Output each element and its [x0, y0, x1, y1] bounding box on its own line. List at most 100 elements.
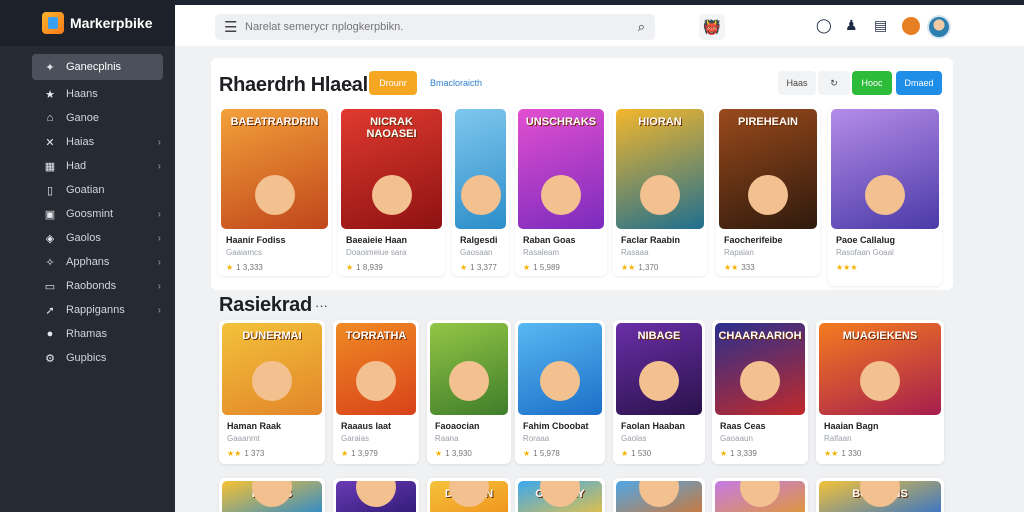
game-name[interactable]: Haanir Fodiss: [226, 235, 286, 245]
game-card[interactable]: HIORAN Faclar Raabin Rasaaa ★★ 1,370: [613, 106, 707, 276]
game-card[interactable]: [333, 478, 419, 512]
sidebar-item-6[interactable]: ▣ Goosmint ›: [32, 202, 163, 226]
sidebar-item-7[interactable]: ◈ Gaolos ›: [32, 226, 163, 250]
sidebar-item-label: Had: [66, 160, 87, 172]
game-name[interactable]: Faocherifeibe: [724, 235, 783, 245]
game-card[interactable]: DUNERMAI Haman Raak Gaaanmt ★★ 1 373: [219, 320, 325, 464]
game-rating: ★ 1 530: [621, 449, 651, 458]
game-thumbnail[interactable]: DUNERMAI: [222, 323, 322, 415]
blue-action-button[interactable]: Dmaed: [896, 71, 942, 95]
game-card[interactable]: [613, 478, 705, 512]
more-options-icon-2[interactable]: ···: [315, 298, 328, 313]
game-card[interactable]: ROGAS: [219, 478, 325, 512]
game-thumbnail[interactable]: NICRAK NAOASEI: [341, 109, 442, 229]
game-thumbnail[interactable]: BORDANS: [819, 481, 941, 512]
game-thumbnail[interactable]: ROGAS: [222, 481, 322, 512]
game-name[interactable]: Faoaocian: [435, 421, 480, 431]
game-name[interactable]: Faclar Raabin: [621, 235, 680, 245]
character-face-icon: [860, 481, 900, 507]
filter-button-active[interactable]: Drounr: [369, 71, 417, 95]
game-thumbnail[interactable]: MUAGIEKENS: [819, 323, 941, 415]
game-card[interactable]: DOODEN: [427, 478, 511, 512]
game-name[interactable]: Ralgesdi: [460, 235, 498, 245]
game-card[interactable]: MUAGIEKENS Haaian Bagn Ralfaan ★★ 1 330: [816, 320, 944, 464]
game-card[interactable]: TORRATHA Raaaus Iaat Garaias ★ 1 3,979: [333, 320, 419, 464]
game-name[interactable]: Raas Ceas: [720, 421, 766, 431]
game-card[interactable]: UNSCHRAKS Raban Goas Rasaleam ★ 1 5,989: [515, 106, 607, 276]
game-thumbnail[interactable]: [336, 481, 416, 512]
filter-link[interactable]: Bmacloraicth: [421, 71, 491, 95]
game-thumbnail[interactable]: [430, 323, 508, 415]
game-name[interactable]: Haaian Bagn: [824, 421, 879, 431]
game-thumbnail[interactable]: HIORAN: [616, 109, 704, 229]
brand[interactable]: Markerpbike: [0, 0, 175, 46]
star-icon: ★: [346, 263, 354, 272]
game-thumbnail[interactable]: CHAARAARIOH: [715, 323, 805, 415]
game-thumbnail[interactable]: TORRATHA: [336, 323, 416, 415]
game-name[interactable]: Paoe Callalug: [836, 235, 895, 245]
game-name[interactable]: Raban Goas: [523, 235, 576, 245]
mascot-icon[interactable]: 👹: [699, 14, 725, 40]
search-input[interactable]: [245, 19, 615, 35]
sidebar-item-1[interactable]: ★ Haans: [32, 82, 163, 106]
character-face-icon: [252, 361, 292, 401]
game-name[interactable]: Baeaieie Haan: [346, 235, 407, 245]
chat-icon[interactable]: ◯: [816, 17, 832, 34]
game-thumbnail[interactable]: CARINEY: [518, 481, 602, 512]
gift-badge-icon[interactable]: [902, 17, 920, 35]
calendar-icon[interactable]: ▤: [874, 17, 887, 34]
sidebar-item-11[interactable]: ● Rhamas: [32, 322, 163, 346]
game-thumbnail[interactable]: [518, 323, 602, 415]
game-card[interactable]: BORDANS: [816, 478, 944, 512]
game-thumbnail[interactable]: PIREHEAIN: [719, 109, 817, 229]
game-card[interactable]: Fahim Cboobat Roraaa ★ 1 5,978: [515, 320, 605, 464]
game-card[interactable]: Paoe Callalug Rasofaan Goaal ★★★: [828, 106, 942, 286]
game-card[interactable]: [712, 478, 808, 512]
avatar[interactable]: [927, 15, 951, 39]
sidebar-item-8[interactable]: ✧ Apphans ›: [32, 250, 163, 274]
search-icon[interactable]: ⌕: [638, 19, 645, 35]
green-action-button[interactable]: Hooc: [852, 71, 892, 95]
game-card[interactable]: NIBAGE Faolan Haaban Gaolas ★ 1 530: [613, 320, 705, 464]
game-category: Gaoaaun: [720, 434, 753, 443]
sidebar-item-label: Rappiganns: [66, 304, 125, 316]
game-card[interactable]: Faoaocian Raana ★ 1 3,930: [427, 320, 511, 464]
game-card[interactable]: BAEATRARDRIN Haanir Fodiss Gaaiamcs ★ 1 3,33…: [218, 106, 331, 276]
game-thumbnail[interactable]: NIBAGE: [616, 323, 702, 415]
sidebar-item-12[interactable]: ⚙ Gupbics: [32, 346, 163, 370]
game-name[interactable]: Haman Raak: [227, 421, 281, 431]
thumbnail-title: NIBAGE: [637, 330, 681, 342]
game-thumbnail[interactable]: UNSCHRAKS: [518, 109, 604, 229]
sidebar-item-4[interactable]: ▦ Had ›: [32, 154, 163, 178]
game-name[interactable]: Faolan Haaban: [621, 421, 685, 431]
sidebar-item-0[interactable]: ✦ Ganecplnis: [32, 54, 163, 80]
sidebar-item-5[interactable]: ▯ Goatian: [32, 178, 163, 202]
game-thumbnail[interactable]: [831, 109, 939, 229]
bookmark-icon: ▯: [46, 184, 54, 197]
game-thumbnail[interactable]: [616, 481, 702, 512]
game-name[interactable]: Raaaus Iaat: [341, 421, 391, 431]
character-face-icon: [356, 361, 396, 401]
game-card[interactable]: CHAARAARIOH Raas Ceas Gaoaaun ★ 1 3,339: [712, 320, 808, 464]
globe-icon: ●: [46, 328, 54, 340]
game-thumbnail[interactable]: [455, 109, 506, 229]
character-face-icon: [748, 175, 788, 215]
sidebar-item-2[interactable]: ⌂ Ganoe: [32, 106, 163, 130]
user-icon[interactable]: ♟: [845, 17, 858, 34]
game-name[interactable]: Fahim Cboobat: [523, 421, 589, 431]
new-button[interactable]: Haas: [778, 71, 816, 95]
game-thumbnail[interactable]: [715, 481, 805, 512]
game-card[interactable]: NICRAK NAOASEI Baeaieie Haan Doaoimeiue sa…: [338, 106, 445, 276]
refresh-icon[interactable]: ↻: [818, 71, 850, 95]
sidebar-item-10[interactable]: ➚ Rappiganns ›: [32, 298, 163, 322]
game-category: Rasaleam: [523, 248, 560, 257]
sidebar-item-9[interactable]: ▭ Raobonds ›: [32, 274, 163, 298]
game-thumbnail[interactable]: BAEATRARDRIN: [221, 109, 328, 229]
sidebar-item-3[interactable]: ✕ Haias ›: [32, 130, 163, 154]
game-card[interactable]: PIREHEAIN Faocherifeibe Rapaian ★★ 333: [716, 106, 820, 276]
more-options-icon[interactable]: ···: [341, 78, 354, 93]
game-card[interactable]: Ralgesdi Gaosaan ★ 1 3,377: [452, 106, 509, 276]
game-thumbnail[interactable]: DOODEN: [430, 481, 508, 512]
hamburger-menu-icon[interactable]: ☰: [224, 18, 237, 36]
game-card[interactable]: CARINEY: [515, 478, 605, 512]
